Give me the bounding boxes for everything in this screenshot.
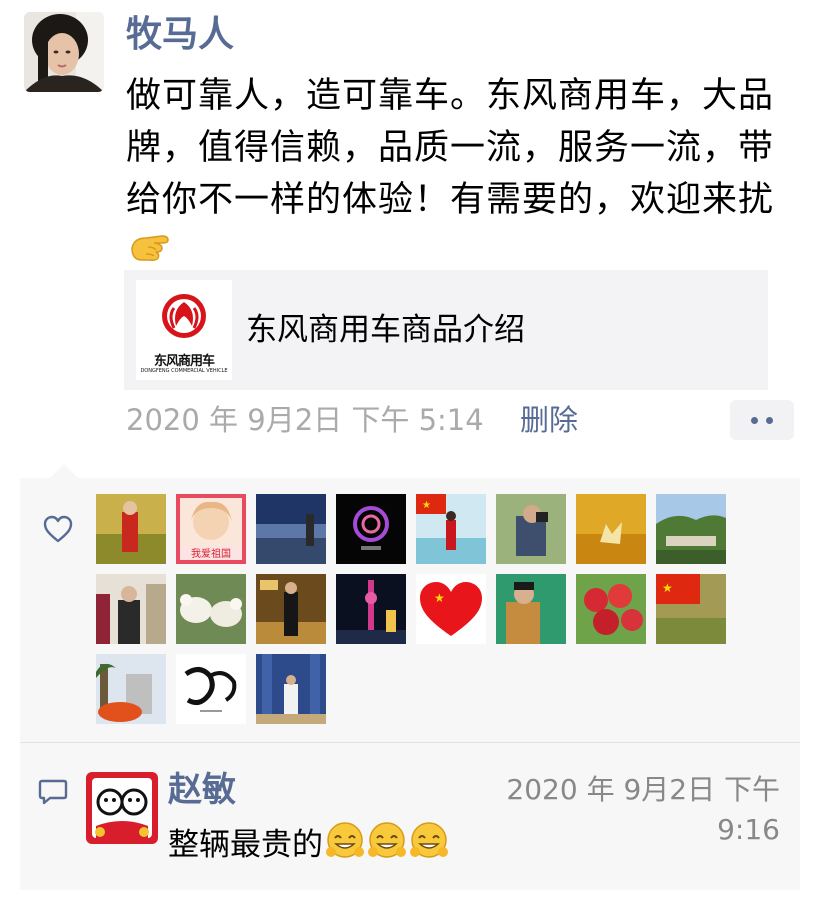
- commenter-avatar[interactable]: [86, 772, 158, 844]
- shared-link-card[interactable]: 东风商用车 DONGFENG COMMERCIAL VEHICLE 东风商用车商…: [124, 270, 768, 390]
- comment-timestamp: 2020 年 9月2日 下午 9:16: [506, 773, 780, 846]
- heart-outline-icon: [42, 514, 74, 544]
- liker-avatar-16[interactable]: ★: [656, 574, 726, 644]
- panel-divider: [20, 742, 800, 743]
- more-dot-icon: [751, 417, 758, 424]
- dongfeng-logo-icon: [162, 294, 206, 338]
- author-name[interactable]: 牧马人: [126, 12, 234, 58]
- liker-avatar-3[interactable]: [256, 494, 326, 564]
- liker-avatar-17[interactable]: [96, 654, 166, 724]
- liker-avatar-7[interactable]: [576, 494, 646, 564]
- interactions-panel: 我爱祖国 ★ ★ ★ 赵敏 2020 年 9月2日 下午 9:16 整辆最贵的: [20, 464, 800, 890]
- dongfeng-logo-thumbnail: 东风商用车 DONGFENG COMMERCIAL VEHICLE: [136, 280, 232, 380]
- delete-button[interactable]: 删除: [520, 398, 578, 442]
- avatar-badge-text: 我爱祖国: [191, 547, 231, 560]
- svg-text:★: ★: [662, 581, 673, 595]
- liker-avatar-10[interactable]: [176, 574, 246, 644]
- liker-avatar-6[interactable]: [496, 494, 566, 564]
- svg-text:★: ★: [422, 500, 431, 511]
- liker-avatar-18[interactable]: [176, 654, 246, 724]
- liker-avatar-8[interactable]: [656, 494, 726, 564]
- liker-avatar-12[interactable]: [336, 574, 406, 644]
- liker-avatar-9[interactable]: [96, 574, 166, 644]
- author-avatar[interactable]: [24, 12, 104, 92]
- liker-avatar-5[interactable]: ★: [416, 494, 486, 564]
- liker-avatar-2[interactable]: 我爱祖国: [176, 494, 246, 564]
- liker-avatar-13[interactable]: ★: [416, 574, 486, 644]
- liker-avatar-15[interactable]: [576, 574, 646, 644]
- liker-avatar-11[interactable]: [256, 574, 326, 644]
- post-text: 做可靠人，造可靠车。东风商用车，大品牌，值得信赖，品质一流，服务一流，带给你不一…: [126, 70, 786, 279]
- brand-name-cn: 东风商用车: [153, 354, 215, 369]
- liker-avatar-14[interactable]: [496, 574, 566, 644]
- grin-emoji-icon: [367, 820, 407, 873]
- post-body: 做可靠人，造可靠车。东风商用车，大品牌，值得信赖，品质一流，服务一流，带给你不一…: [126, 76, 775, 220]
- grin-emoji-icon: [325, 820, 365, 873]
- more-options-button[interactable]: [730, 400, 794, 440]
- comment-bubble-icon: [38, 776, 68, 806]
- brand-name-en: DONGFENG COMMERCIAL VEHICLE: [140, 368, 228, 374]
- link-title: 东风商用车商品介绍: [246, 312, 525, 348]
- liker-avatar-1[interactable]: [96, 494, 166, 564]
- post-timestamp: 2020 年 9月2日 下午 5:14: [126, 403, 484, 437]
- more-dot-icon: [766, 417, 773, 424]
- liker-avatar-4[interactable]: [336, 494, 406, 564]
- grin-emoji-icon: [409, 820, 449, 873]
- liker-avatar-19[interactable]: [256, 654, 326, 724]
- commenter-name[interactable]: 赵敏: [168, 768, 236, 812]
- comment-body: 整辆最贵的: [168, 827, 323, 863]
- comment-text: 整辆最贵的: [168, 820, 449, 873]
- panel-caret: [50, 464, 78, 478]
- svg-text:★: ★: [434, 591, 445, 605]
